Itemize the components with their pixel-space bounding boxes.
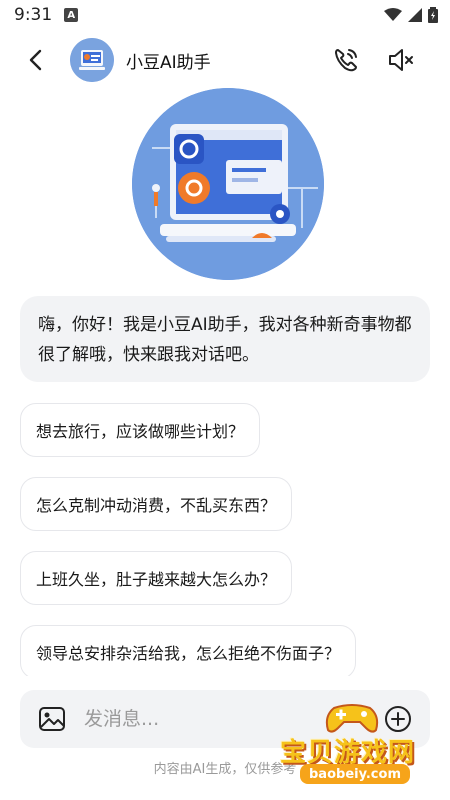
suggestion-chip[interactable]: 上班久坐，肚子越来越大怎么办？ bbox=[20, 551, 293, 605]
suggestion-chip[interactable]: 领导总安排杂活给我，怎么拒绝不伤面子？ bbox=[20, 625, 357, 676]
notification-badge: A bbox=[64, 8, 79, 22]
avatar[interactable] bbox=[70, 38, 114, 82]
wifi-icon bbox=[384, 8, 402, 21]
site-watermark: 宝贝游戏网 baobeiy.com bbox=[278, 700, 448, 790]
assistant-illustration bbox=[132, 88, 324, 280]
watermark-domain: baobeiy.com bbox=[300, 764, 410, 784]
battery-icon bbox=[428, 7, 438, 23]
assistant-hero-image bbox=[132, 88, 324, 280]
status-time: 9:31 bbox=[14, 5, 53, 25]
signal-icon bbox=[408, 8, 422, 22]
chat-header: 小豆AI助手 bbox=[0, 30, 450, 90]
gamepad-icon bbox=[325, 704, 379, 733]
status-bar: 9:31 A bbox=[0, 0, 450, 30]
phone-call-icon[interactable] bbox=[332, 46, 360, 74]
suggestion-chip[interactable]: 怎么克制冲动消费，不乱买东西？ bbox=[20, 477, 293, 531]
status-icons bbox=[384, 7, 438, 23]
image-icon[interactable] bbox=[38, 706, 66, 732]
robot-avatar-icon bbox=[70, 38, 114, 82]
suggestion-chip[interactable]: 想去旅行，应该做哪些计划？ bbox=[20, 403, 261, 457]
speaker-mute-icon[interactable] bbox=[386, 46, 416, 74]
page-title: 小豆AI助手 bbox=[126, 53, 211, 73]
assistant-greeting-bubble: 嗨，你好！我是小豆AI助手，我对各种新奇事物都很了解哦，快来跟我对话吧。 bbox=[20, 296, 430, 382]
chevron-left-icon[interactable] bbox=[24, 48, 48, 72]
chat-area: 嗨，你好！我是小豆AI助手，我对各种新奇事物都很了解哦，快来跟我对话吧。 想去旅… bbox=[0, 296, 450, 676]
